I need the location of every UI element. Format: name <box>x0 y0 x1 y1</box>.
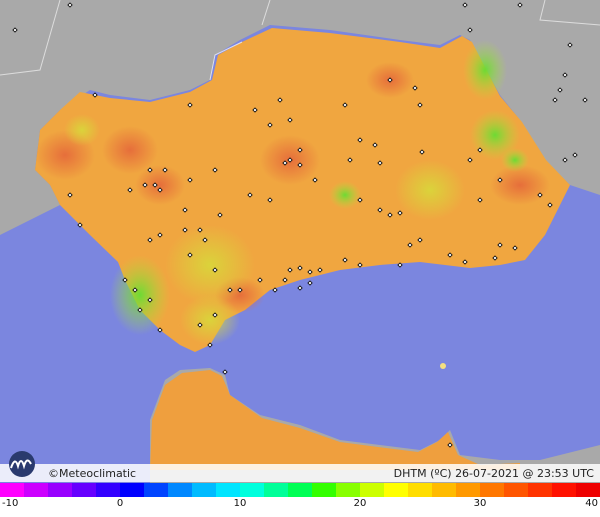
scale-swatch <box>432 483 456 497</box>
yellow-area-west <box>64 114 100 146</box>
variable-label: DHTM (ºC) <box>393 467 452 480</box>
temperature-color-scale <box>0 483 600 497</box>
map-caption: DHTM (ºC) 26-07-2021 @ 23:53 UTC <box>394 467 594 480</box>
scale-swatch <box>24 483 48 497</box>
yellow-area-cadiz <box>165 225 255 305</box>
cool-spot-cazorla <box>463 40 507 100</box>
scale-swatch <box>384 483 408 497</box>
island <box>440 363 446 369</box>
cool-spot-east <box>501 148 529 172</box>
datetime-label: 26-07-2021 @ 23:53 UTC <box>455 467 594 480</box>
scale-swatch <box>360 483 384 497</box>
scale-swatch <box>312 483 336 497</box>
scale-swatch <box>552 483 576 497</box>
weather-map: ©Meteoclimatic DHTM (ºC) 26-07-2021 @ 23… <box>0 0 600 517</box>
scale-swatch <box>48 483 72 497</box>
yellow-area-granada <box>395 160 465 220</box>
cool-spot-cadiz-coast <box>110 255 170 335</box>
cool-spot-sierra <box>329 181 361 209</box>
scale-tick-label: 20 <box>353 498 367 509</box>
scale-swatch <box>480 483 504 497</box>
hotspot-huelva <box>102 126 158 174</box>
scale-tick-label: 40 <box>585 498 598 509</box>
scale-swatch <box>144 483 168 497</box>
scale-swatch <box>264 483 288 497</box>
map-canvas <box>0 0 600 483</box>
scale-swatch <box>288 483 312 497</box>
scale-swatch <box>168 483 192 497</box>
scale-swatch <box>408 483 432 497</box>
scale-tick-label: 10 <box>233 498 247 509</box>
scale-tick-label: 30 <box>473 498 487 509</box>
scale-swatch <box>240 483 264 497</box>
brand-label: ©Meteoclimatic <box>48 467 137 480</box>
scale-swatch <box>528 483 552 497</box>
scale-swatch <box>96 483 120 497</box>
meteoclimatic-logo-icon <box>9 451 35 477</box>
temperature-scale-ticks: -10 0 10 20 30 40 <box>0 498 600 514</box>
scale-swatch <box>576 483 600 497</box>
scale-swatch <box>72 483 96 497</box>
scale-swatch <box>456 483 480 497</box>
scale-swatch <box>336 483 360 497</box>
yellow-area-south <box>180 295 240 345</box>
scale-tick-label: -10 <box>2 498 19 509</box>
scale-swatch <box>120 483 144 497</box>
scale-swatch <box>216 483 240 497</box>
scale-swatch <box>0 483 24 497</box>
scale-swatch <box>504 483 528 497</box>
scale-tick-label: 0 <box>116 498 124 509</box>
scale-swatch <box>192 483 216 497</box>
